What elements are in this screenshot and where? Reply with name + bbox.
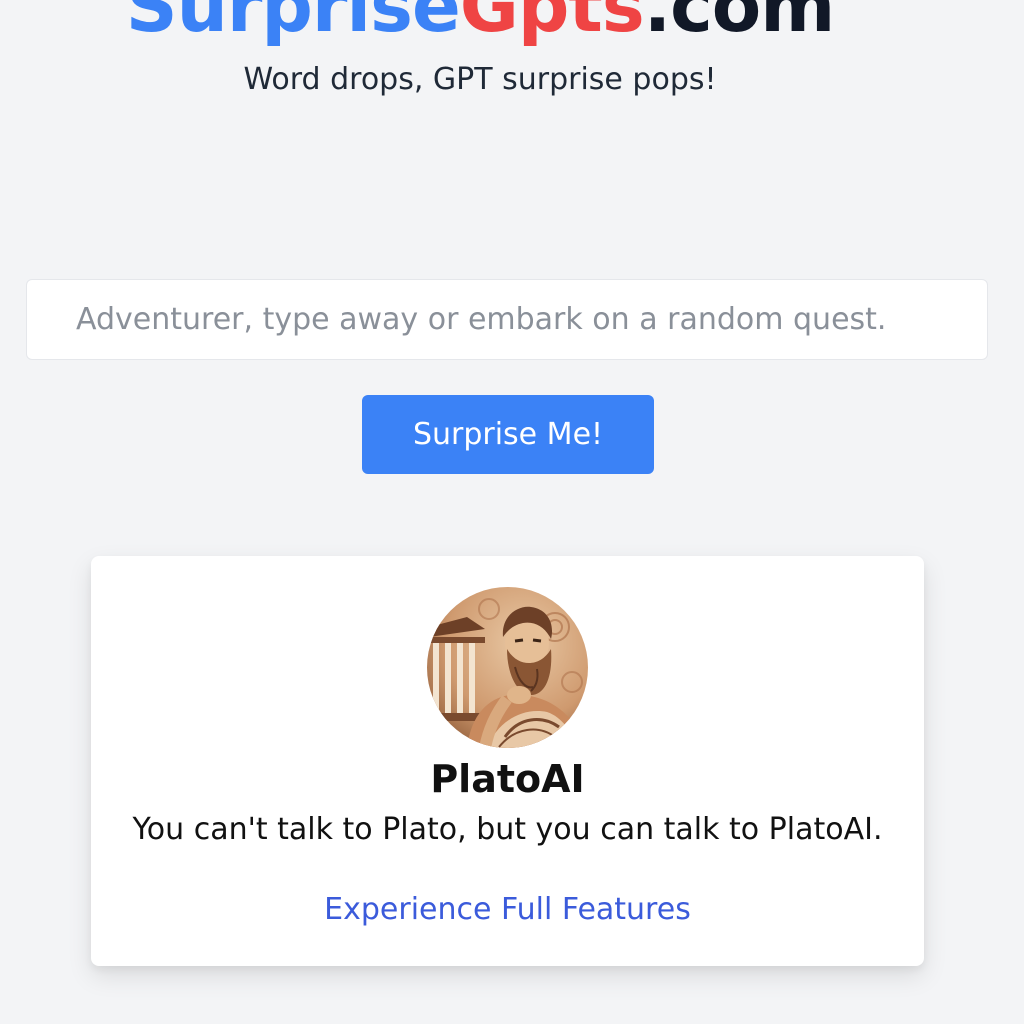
search-input[interactable] <box>26 279 988 360</box>
page: SurpriseGpts.com Word drops, GPT surpris… <box>0 0 1024 1024</box>
experience-full-features-link[interactable]: Experience Full Features <box>91 890 924 930</box>
site-logo[interactable]: SurpriseGpts.com <box>0 0 960 46</box>
tagline: Word drops, GPT surprise pops! <box>243 62 717 97</box>
gpt-card: PlatoAI You can't talk to Plato, but you… <box>91 556 924 966</box>
logo-part-surprise: Surprise <box>125 0 461 48</box>
card-title: PlatoAI <box>430 757 585 801</box>
card-description: You can't talk to Plato, but you can tal… <box>132 812 883 847</box>
logo-part-gpts: Gpts <box>459 0 645 48</box>
surprise-me-button[interactable]: Surprise Me! <box>362 395 654 474</box>
plato-avatar-icon <box>427 587 588 748</box>
logo-part-domain: .com <box>643 0 836 48</box>
